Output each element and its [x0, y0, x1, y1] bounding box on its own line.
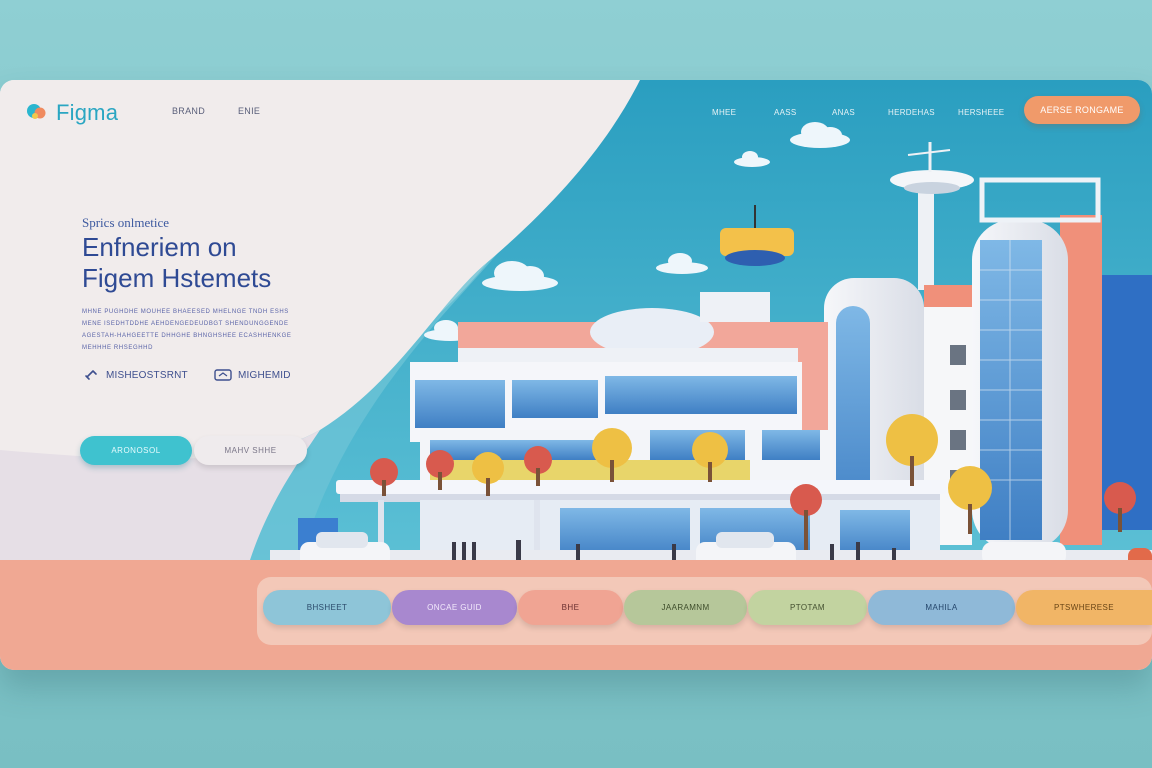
category-chip-2[interactable]: ONCAE GUID [392, 590, 517, 625]
nav-link-2[interactable]: AASS [774, 108, 797, 117]
nav-link-1[interactable]: MHEE [712, 108, 736, 117]
hero-eyebrow: Sprics onlmetice [82, 215, 170, 230]
hero-headline: Enfneriem on Figem Hstemets [82, 232, 271, 294]
nav-link-enie[interactable]: ENIE [238, 106, 260, 116]
brand-logo[interactable]: Figma [26, 100, 118, 126]
category-chip-7[interactable]: PTSWHERESE [1016, 590, 1152, 625]
feature-label-1: MISHEOSTSRNT [106, 369, 188, 381]
nav-link-4[interactable]: HERDEHAS [888, 108, 935, 117]
secondary-button[interactable]: MAHV SHHE [194, 436, 307, 465]
nav-link-5[interactable]: HERSHEEE [958, 108, 1004, 117]
logo-text: Figma [56, 100, 119, 125]
primary-button[interactable]: ARONOSOL [80, 436, 192, 465]
nav-link-brand[interactable]: BRAND [172, 106, 205, 116]
body-line: MENE ISEDHTDDHE AEHDENGEDEUDBGT SHENDUNG… [82, 321, 289, 327]
headline-line-2: Figem Hstemets [82, 263, 272, 293]
feature-link-2[interactable]: MIGHEMID [214, 368, 291, 382]
body-line: MEHHHE RHSEGHHD [82, 345, 154, 351]
feature-label-2: MIGHEMID [238, 369, 291, 381]
figma-logo-icon [26, 102, 48, 124]
category-chip-5[interactable]: PTOTAM [748, 590, 867, 625]
feature-link-1[interactable]: MISHEOSTSRNT [82, 368, 188, 382]
category-chip-1[interactable]: BHSHEET [263, 590, 391, 625]
category-chip-3[interactable]: BHE [518, 590, 623, 625]
body-line: AGESTAH-HAHGEETTE DHHGHE BHNGHSHEE ECASH… [82, 333, 292, 339]
link-icon [82, 368, 100, 382]
body-line: MHNE PUGHDHE MOUHEE BHAEESED MHELNGE TND… [82, 309, 289, 315]
hero-body: MHNE PUGHDHE MOUHEE BHAEESED MHELNGE TND… [82, 306, 340, 354]
home-card-icon [214, 368, 232, 382]
category-chip-6[interactable]: MAHILA [868, 590, 1015, 625]
headline-line-1: Enfneriem on [82, 232, 237, 262]
header-cta-button[interactable]: AERSE RONGAME [1024, 96, 1140, 124]
category-chip-4[interactable]: JAARAMNM [624, 590, 747, 625]
landing-page-frame: Figma BRAND ENIE MHEE AASS ANAS HERDEHAS… [0, 80, 1152, 670]
nav-link-3[interactable]: ANAS [832, 108, 855, 117]
